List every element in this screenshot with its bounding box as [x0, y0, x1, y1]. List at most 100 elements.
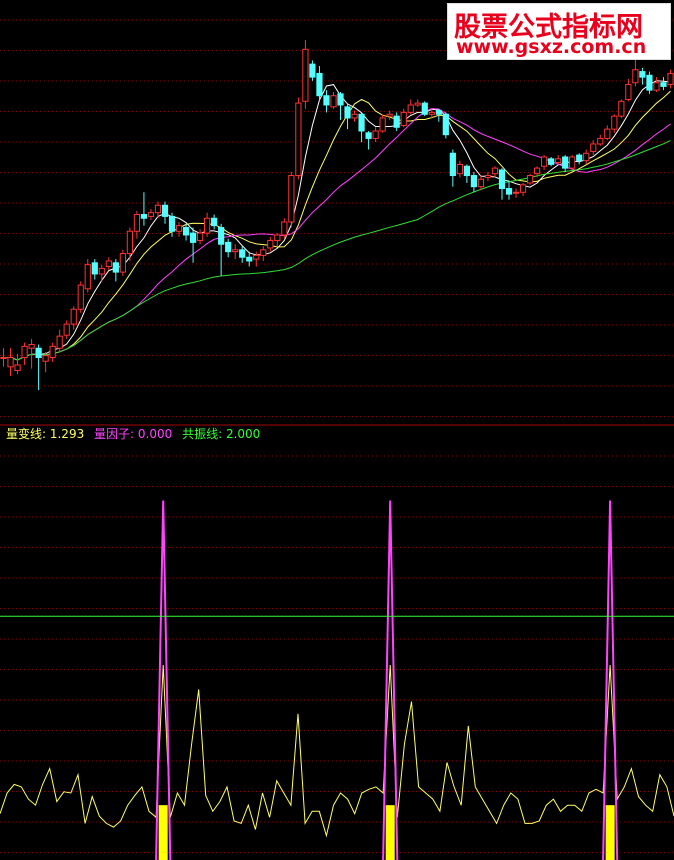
candle-body — [112, 262, 119, 273]
candle-body — [330, 95, 337, 108]
candle-body — [232, 249, 239, 253]
candle-body — [639, 71, 646, 78]
candle-body — [414, 102, 421, 106]
candle-body — [70, 308, 77, 325]
candle-body — [470, 175, 478, 188]
site-watermark: 股票公式指标网 www.gsxz.com.cn — [447, 3, 671, 60]
signal-bar — [605, 805, 615, 860]
candle-body — [442, 113, 449, 136]
candle-body — [576, 154, 583, 162]
candle-body — [625, 84, 632, 100]
candle-body — [498, 169, 506, 190]
candle-body — [77, 284, 84, 310]
candle-body — [611, 115, 618, 130]
candle-body — [379, 117, 386, 132]
candle-body — [646, 74, 653, 91]
candle-body — [491, 167, 499, 175]
candle-body — [35, 347, 42, 359]
candle-body — [449, 152, 456, 177]
candle-body — [309, 63, 316, 78]
candle-body — [182, 227, 190, 236]
candle-body — [632, 69, 639, 84]
candle-body — [21, 345, 28, 359]
candle-body — [604, 128, 611, 139]
candle-body — [196, 232, 204, 242]
signal-bar — [385, 805, 395, 860]
candle-body — [456, 163, 463, 175]
candle-body — [140, 214, 148, 219]
candle-body — [84, 264, 91, 290]
candle-body — [211, 217, 218, 227]
legend-volume-line: 量变线: 1.293 — [6, 427, 85, 441]
candle-body — [407, 104, 414, 113]
candle-body — [667, 72, 674, 86]
legend-volume-factor: 量因子: 0.000 — [94, 427, 173, 441]
candle-body — [435, 110, 442, 115]
candle-body — [49, 345, 56, 359]
candle-body — [133, 214, 141, 232]
candle-body — [28, 344, 35, 349]
candle-body — [526, 175, 534, 184]
candle-body — [126, 230, 133, 255]
candle-body — [302, 48, 309, 102]
candle-body — [505, 188, 513, 195]
candle-body — [260, 249, 267, 256]
candle-body — [618, 100, 625, 117]
candle-body — [246, 256, 253, 262]
candle-body — [225, 241, 232, 253]
candle-body — [295, 102, 302, 177]
candle-body — [555, 158, 562, 164]
candle-body — [98, 267, 105, 275]
candle-body — [653, 82, 660, 91]
candle-body — [372, 130, 379, 139]
candle-body — [161, 204, 169, 217]
candle-body — [463, 165, 470, 177]
candle-body — [400, 111, 407, 126]
candle-body — [512, 191, 520, 194]
candle-body — [154, 204, 162, 214]
candle-body — [541, 156, 548, 167]
candle-body — [337, 93, 344, 106]
candle-body — [365, 132, 372, 139]
candle-body — [344, 106, 351, 119]
candle-body — [42, 355, 49, 362]
candle-body — [421, 102, 428, 115]
legend-resonance-line: 共振线: 2.000 — [182, 427, 261, 441]
candle-body — [660, 82, 667, 87]
candle-body — [63, 323, 70, 336]
candle-body — [288, 175, 295, 223]
indicator-legend: 量变线: 1.293 量因子: 0.000 共振线: 2.000 — [6, 425, 266, 442]
candle-body — [56, 335, 63, 349]
candle-body — [253, 254, 260, 260]
candle-body — [274, 234, 281, 242]
candle-body — [548, 158, 555, 165]
candle-body — [168, 215, 176, 232]
candle-body — [91, 262, 98, 275]
watermark-url: www.gsxz.com.cn — [456, 36, 647, 58]
candle-body — [267, 240, 274, 249]
signal-bar — [158, 805, 168, 860]
candle-body — [562, 156, 569, 169]
candle-body — [204, 217, 211, 234]
candle-body — [428, 111, 435, 115]
candle-body — [393, 115, 400, 128]
candle-body — [351, 113, 358, 119]
candle-body — [189, 232, 197, 243]
candle-body — [477, 178, 485, 188]
candle-body — [0, 357, 7, 360]
candle-body — [175, 225, 183, 232]
candle-body — [569, 156, 576, 169]
candle-body — [147, 212, 155, 217]
candle-body — [358, 113, 365, 132]
candle-body — [533, 167, 541, 175]
candle-body — [105, 260, 112, 268]
candle-body — [239, 249, 246, 258]
candle-body — [484, 175, 492, 178]
candle-body — [386, 113, 393, 117]
candle-body — [119, 253, 126, 273]
candle-body — [590, 143, 597, 152]
candle-body — [519, 184, 527, 193]
candle-body — [583, 152, 590, 162]
candle-body — [14, 364, 21, 372]
candle-body — [597, 137, 604, 145]
